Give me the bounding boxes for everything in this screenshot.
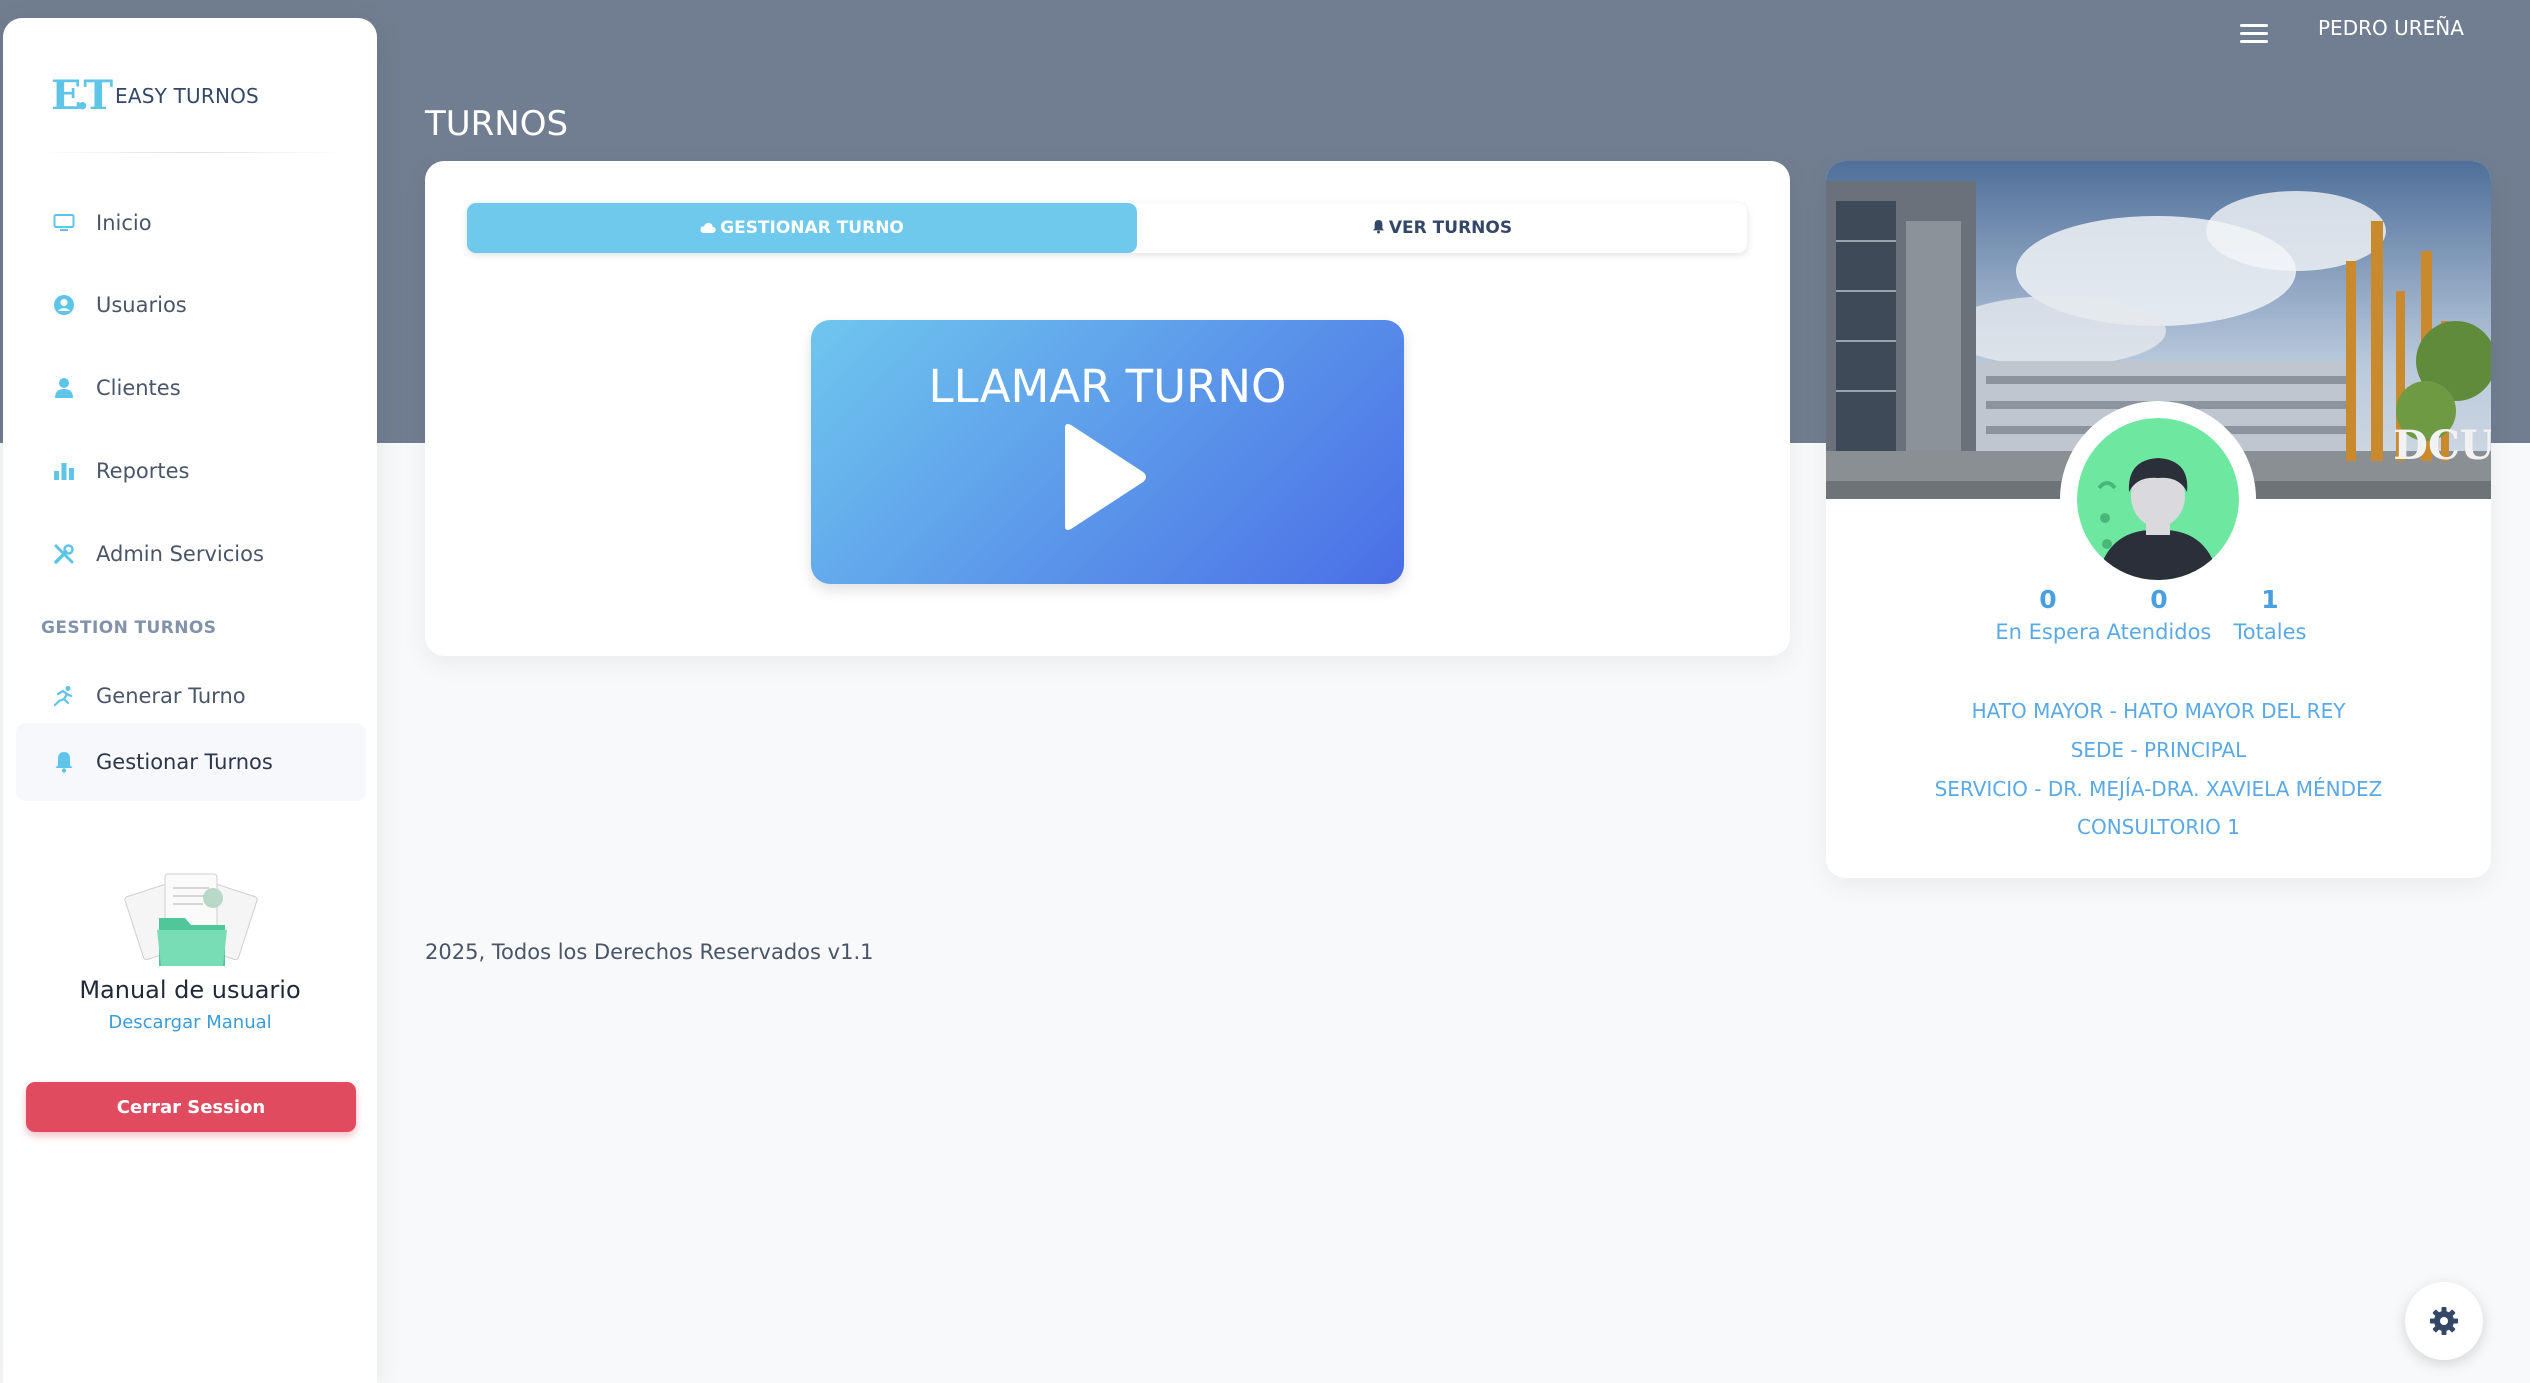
hamburger-icon[interactable] xyxy=(2240,24,2268,46)
sidebar-item-clientes[interactable]: Clientes xyxy=(16,349,366,427)
sidebar-item-label: Inicio xyxy=(96,211,152,235)
tab-ver-turnos[interactable]: VER TURNOS xyxy=(1137,203,1747,253)
sidebar-item-inicio[interactable]: Inicio xyxy=(16,184,366,262)
play-icon xyxy=(1065,424,1146,530)
profile-card: DCU 0 En Espera 0 Atendidos 1 Totales HA… xyxy=(1826,161,2491,878)
tab-label: GESTIONAR TURNO xyxy=(720,218,904,238)
tabs: GESTIONAR TURNO VER TURNOS xyxy=(467,203,1747,253)
stat-label: Totales xyxy=(2233,620,2307,644)
llamar-turno-button[interactable]: LLAMAR TURNO xyxy=(811,320,1404,584)
tools-icon xyxy=(52,542,76,566)
tab-label: VER TURNOS xyxy=(1388,218,1513,238)
person-icon xyxy=(52,376,76,400)
sidebar-item-reportes[interactable]: Reportes xyxy=(16,432,366,510)
sidebar-item-label: Admin Servicios xyxy=(96,542,264,566)
sidebar: E.T EASY TURNOS Inicio Usuarios Clientes… xyxy=(3,18,377,1383)
bar-chart-icon xyxy=(52,459,76,483)
section-title: GESTION TURNOS xyxy=(41,618,217,638)
cover-logo-text: DCU xyxy=(2393,422,2491,469)
cloud-icon xyxy=(700,219,716,238)
sidebar-item-label: Reportes xyxy=(96,459,190,483)
footer-text: 2025, Todos los Derechos Reservados v1.1 xyxy=(425,940,874,964)
user-circle-icon xyxy=(52,293,76,317)
sidebar-item-admin-servicios[interactable]: Admin Servicios xyxy=(16,515,366,593)
sidebar-item-gestionar-turnos[interactable]: Gestionar Turnos xyxy=(16,723,366,801)
manual-title: Manual de usuario xyxy=(79,976,301,1004)
brand-logo: E.T xyxy=(51,72,113,119)
avatar xyxy=(2077,418,2239,580)
info-servicio: SERVICIO - DR. MEJÍA-DRA. XAVIELA MÉNDEZ xyxy=(1934,777,2383,801)
manual-folder-illustration xyxy=(124,873,258,966)
stats: 0 En Espera 0 Atendidos 1 Totales xyxy=(1826,585,2491,665)
sidebar-item-usuarios[interactable]: Usuarios xyxy=(16,266,366,344)
info-sede: SEDE - PRINCIPAL xyxy=(2070,738,2247,762)
monitor-icon xyxy=(52,211,76,235)
page-title: TURNOS xyxy=(425,104,569,144)
logout-button[interactable]: Cerrar Session xyxy=(26,1082,356,1132)
stat-totales: 1 Totales xyxy=(2200,585,2340,644)
running-person-icon xyxy=(52,684,76,708)
settings-button[interactable] xyxy=(2405,1282,2483,1360)
gear-icon xyxy=(2430,1307,2458,1335)
sidebar-item-label: Clientes xyxy=(96,376,181,400)
sidebar-item-label: Gestionar Turnos xyxy=(96,750,273,774)
info-location: HATO MAYOR - HATO MAYOR DEL REY xyxy=(1971,699,2346,723)
download-manual-link[interactable]: Descargar Manual xyxy=(3,1012,377,1033)
turnos-card: GESTIONAR TURNO VER TURNOS LLAMAR TURNO xyxy=(425,161,1790,656)
bell-icon xyxy=(1372,219,1385,238)
llamar-turno-label: LLAMAR TURNO xyxy=(928,360,1287,413)
user-name[interactable]: PEDRO UREÑA xyxy=(2318,16,2464,40)
sidebar-item-label: Usuarios xyxy=(96,293,187,317)
brand-name: EASY TURNOS xyxy=(115,84,259,108)
divider xyxy=(35,152,345,153)
info-consultorio: CONSULTORIO 1 xyxy=(2077,815,2240,839)
bell-icon xyxy=(52,750,76,774)
brand[interactable]: E.T EASY TURNOS xyxy=(51,76,259,116)
stat-value: 1 xyxy=(2261,585,2279,614)
tab-gestionar-turno[interactable]: GESTIONAR TURNO xyxy=(467,203,1137,253)
sidebar-item-label: Generar Turno xyxy=(96,684,246,708)
